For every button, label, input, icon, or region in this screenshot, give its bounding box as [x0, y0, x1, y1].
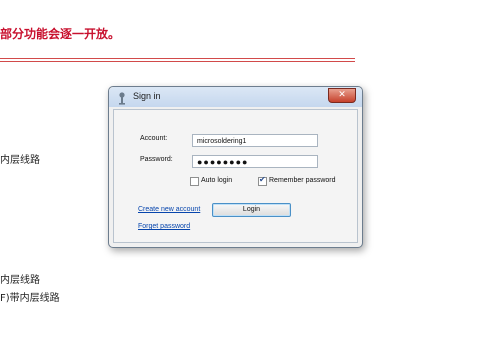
background-text-line-2: 内层线路	[0, 275, 40, 286]
remember-password-label: Remember password	[269, 177, 336, 184]
close-button[interactable]: ✕	[328, 88, 356, 103]
dialog-body: Account: microsoldering1 Password: ●●●●●…	[113, 109, 358, 243]
auto-login-checkbox[interactable]	[190, 177, 199, 186]
sign-in-dialog: Sign in ✕ Account: microsoldering1 Passw…	[108, 86, 363, 248]
background-text-line-1: 内层线路	[0, 155, 40, 166]
app-icon	[116, 90, 128, 105]
dialog-titlebar[interactable]: Sign in ✕	[109, 87, 362, 107]
password-input[interactable]: ●●●●●●●●	[192, 155, 318, 168]
password-label: Password:	[140, 156, 173, 163]
auto-login-label: Auto login	[201, 177, 233, 184]
close-icon: ✕	[338, 90, 346, 100]
dialog-title: Sign in	[133, 91, 161, 101]
checkmark-icon: ✔	[259, 175, 266, 184]
account-input[interactable]: microsoldering1	[192, 134, 318, 147]
account-label: Account:	[140, 135, 168, 142]
page-heading: 部分功能会逐一开放。	[0, 27, 121, 41]
forget-password-link[interactable]: Forget password	[138, 223, 190, 230]
background-text-line-3: F)带内层线路	[0, 293, 60, 304]
login-button[interactable]: Login	[212, 203, 291, 217]
heading-divider	[0, 58, 355, 62]
create-new-account-link[interactable]: Create new account	[138, 206, 200, 213]
remember-password-checkbox[interactable]: ✔	[258, 175, 267, 186]
